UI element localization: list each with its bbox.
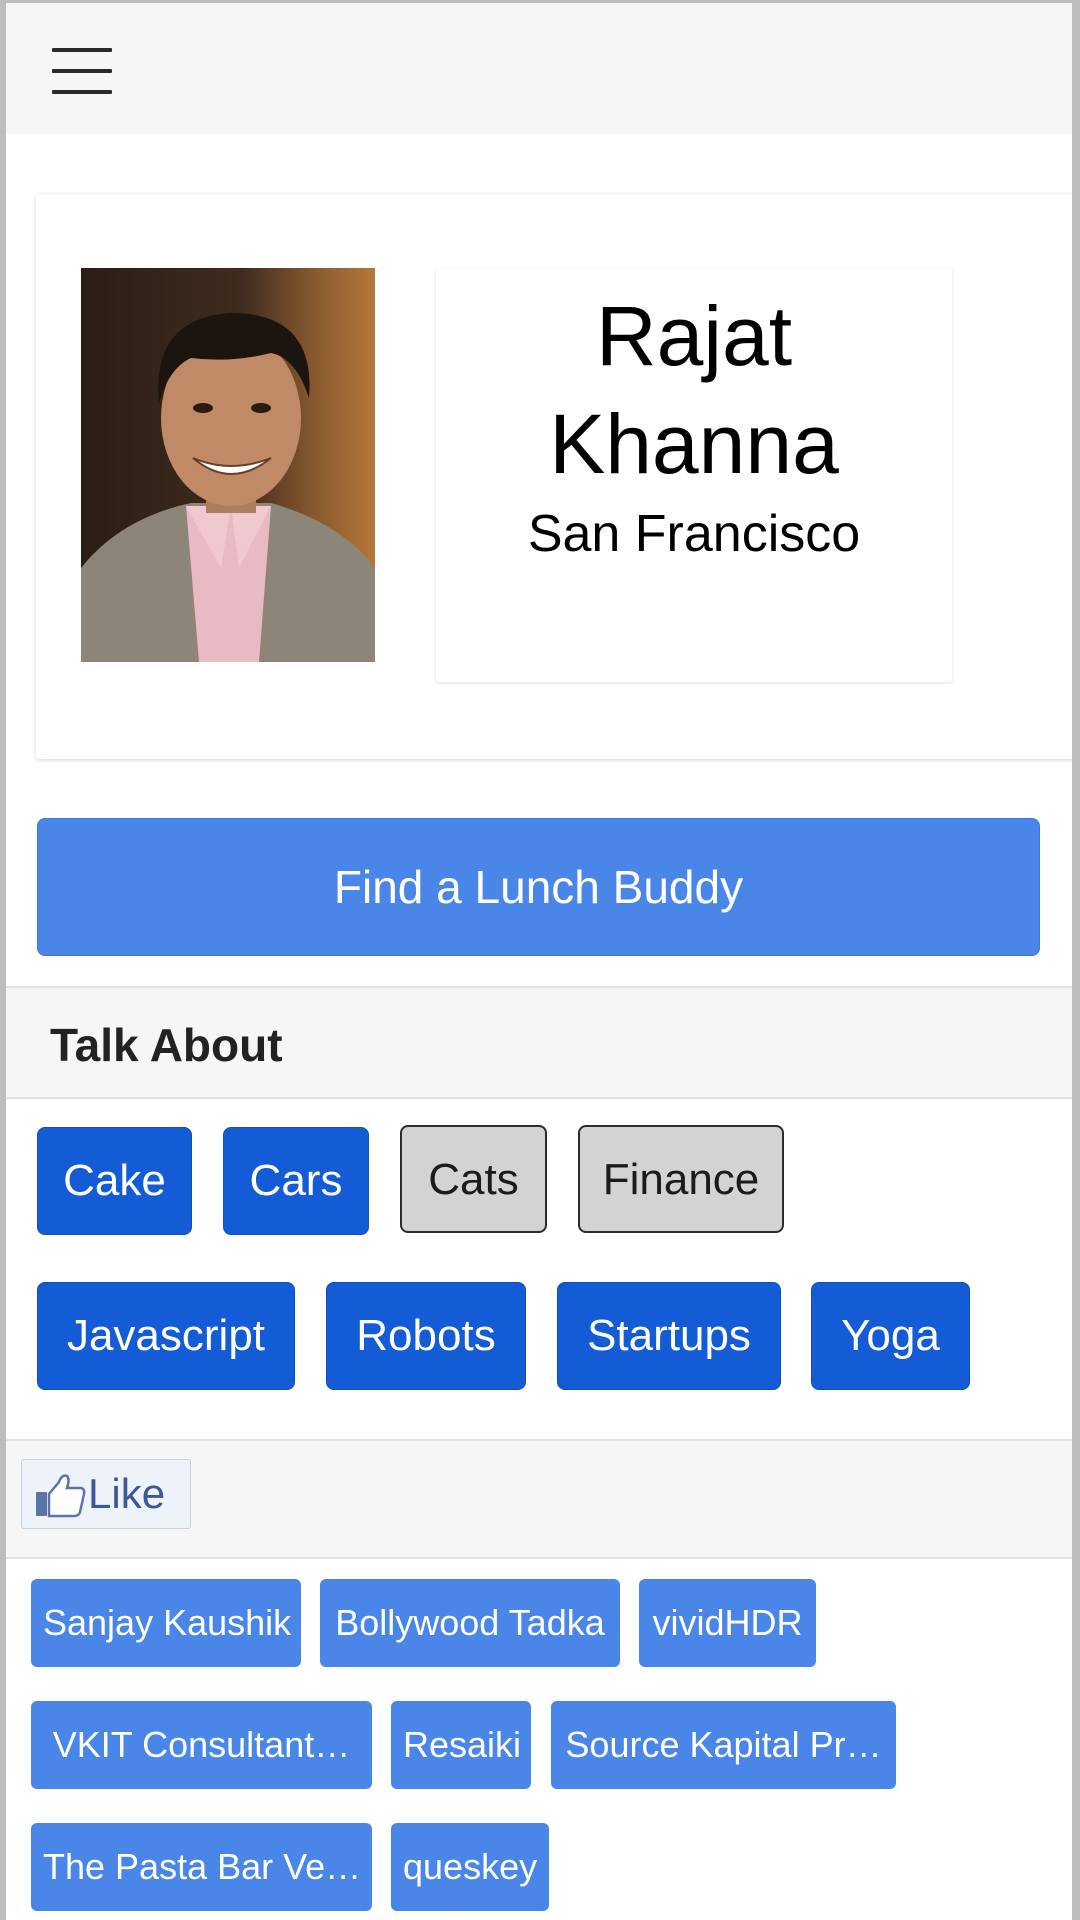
hamburger-menu-icon[interactable] [52, 48, 114, 94]
liked-page-tag[interactable]: vividHDR [639, 1579, 816, 1667]
topic-chip-cats[interactable]: Cats [400, 1125, 547, 1233]
app-screen: Rajat Khanna San Francisco Find a Lunch … [6, 3, 1072, 1920]
profile-photo [81, 268, 375, 662]
topic-chip-cars[interactable]: Cars [223, 1127, 369, 1235]
talk-about-header: Talk About [6, 986, 1072, 1099]
liked-page-tag[interactable]: The Pasta Bar Ve… [31, 1823, 372, 1911]
likes-header: Like [6, 1439, 1072, 1559]
facebook-like-button[interactable]: Like [21, 1459, 191, 1529]
topic-chip-robots[interactable]: Robots [326, 1282, 526, 1390]
topic-chip-startups[interactable]: Startups [557, 1282, 781, 1390]
like-label: Like [88, 1470, 166, 1517]
profile-name: Rajat Khanna [549, 289, 839, 491]
liked-page-tag[interactable]: Source Kapital Pr… [551, 1701, 896, 1789]
thumbs-up-icon [36, 1474, 86, 1518]
liked-page-tag[interactable]: Resaiki [391, 1701, 531, 1789]
topic-chip-cake[interactable]: Cake [37, 1127, 192, 1235]
liked-page-tag[interactable]: VKIT Consultant… [31, 1701, 372, 1789]
liked-page-tag[interactable]: queskey [391, 1823, 549, 1911]
liked-page-tag[interactable]: Sanjay Kaushik [31, 1579, 301, 1667]
topic-chip-yoga[interactable]: Yoga [811, 1282, 970, 1390]
liked-page-tag[interactable]: Bollywood Tadka [320, 1579, 620, 1667]
talk-about-title: Talk About [50, 1019, 283, 1071]
profile-card: Rajat Khanna San Francisco [36, 194, 1072, 759]
profile-location: San Francisco [527, 505, 861, 563]
topic-chip-javascript[interactable]: Javascript [37, 1282, 295, 1390]
profile-info-box: Rajat Khanna San Francisco [436, 268, 952, 682]
top-bar [6, 3, 1072, 134]
find-lunch-buddy-button[interactable]: Find a Lunch Buddy [37, 818, 1040, 956]
topic-chip-finance[interactable]: Finance [578, 1125, 784, 1233]
